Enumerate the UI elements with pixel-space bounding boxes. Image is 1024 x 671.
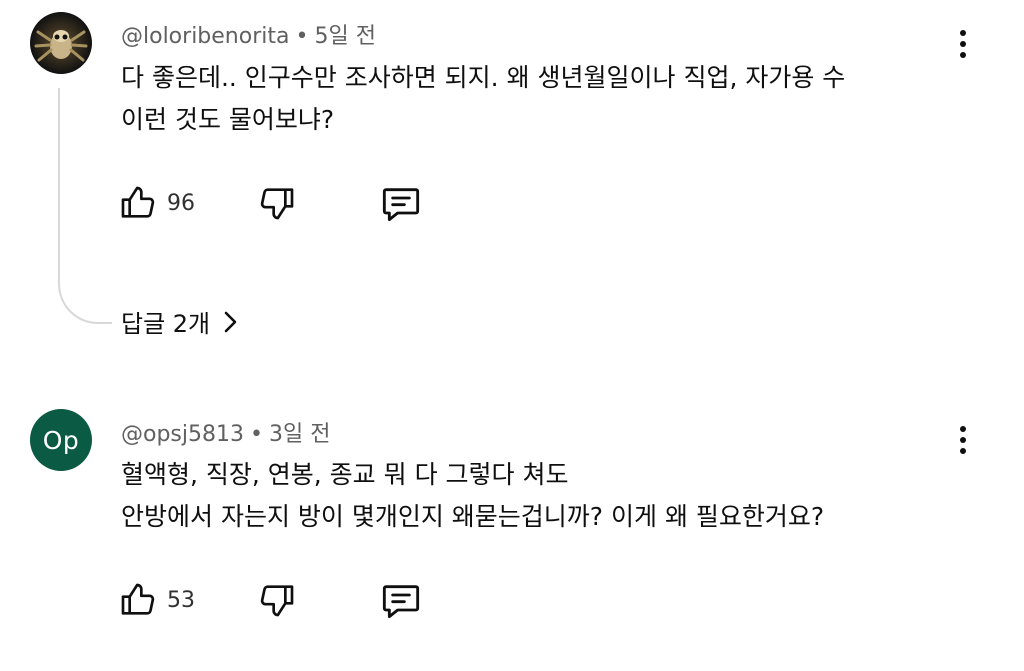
chevron-right-icon (224, 311, 237, 332)
reply-button[interactable] (379, 183, 423, 223)
comment-time[interactable]: 5일 전 (314, 24, 375, 49)
reply-button[interactable] (379, 580, 423, 620)
meta-separator: • (250, 422, 263, 447)
author-handle[interactable]: @loloribenorita (121, 24, 289, 49)
comment-line: 혈액형, 직장, 연봉, 종교 뭐 다 그렇다 쳐도 (121, 460, 569, 489)
author-handle[interactable]: @opsj5813 (121, 422, 244, 447)
like-count: 53 (167, 587, 195, 613)
thumbs-up-icon (121, 583, 155, 615)
more-vertical-icon[interactable] (948, 24, 978, 64)
comment-text: 혈액형, 직장, 연봉, 종교 뭐 다 그렇다 쳐도 안방에서 자는지 방이 몇… (121, 454, 824, 538)
like-button[interactable]: 53 (118, 580, 195, 620)
dislike-button[interactable] (257, 183, 297, 223)
like-count: 96 (167, 190, 195, 216)
comment-icon (382, 585, 420, 619)
view-replies-button[interactable]: 답글 2개 (121, 304, 240, 339)
avatar[interactable]: Op (30, 409, 92, 471)
like-button[interactable]: 96 (118, 183, 195, 223)
avatar[interactable] (30, 12, 92, 74)
comment-line: 다 좋은데.. 인구수만 조사하면 되지. 왜 생년월일이나 직업, 자가용 수 (121, 63, 846, 92)
thumbs-down-icon (260, 585, 294, 617)
comments-page: @loloribenorita • 5일 전 다 좋은데.. 인구수만 조사하면 되… (0, 0, 1024, 671)
comment-actions: 53 (118, 578, 423, 622)
thumbs-down-icon (260, 188, 294, 220)
reply-thread-line (58, 88, 112, 324)
comment-icon (382, 188, 420, 222)
comment-meta: @loloribenorita • 5일 전 (121, 18, 376, 50)
comment-actions: 96 (118, 181, 423, 225)
comment-time[interactable]: 3일 전 (269, 422, 330, 447)
replies-label: 답글 2개 (121, 310, 211, 338)
dislike-button[interactable] (257, 580, 297, 620)
comment-meta: @opsj5813 • 3일 전 (121, 416, 330, 448)
comment-line: 안방에서 자는지 방이 몇개인지 왜묻는겁니까? 이게 왜 필요한거요? (121, 502, 825, 531)
more-vertical-icon[interactable] (948, 420, 978, 460)
meta-separator: • (295, 24, 309, 49)
comment-text: 다 좋은데.. 인구수만 조사하면 되지. 왜 생년월일이나 직업, 자가용 수… (121, 57, 845, 141)
spider-avatar-image (34, 30, 88, 62)
thumbs-up-icon (121, 186, 155, 218)
comment-line: 이런 것도 물어보냐? (121, 105, 335, 134)
